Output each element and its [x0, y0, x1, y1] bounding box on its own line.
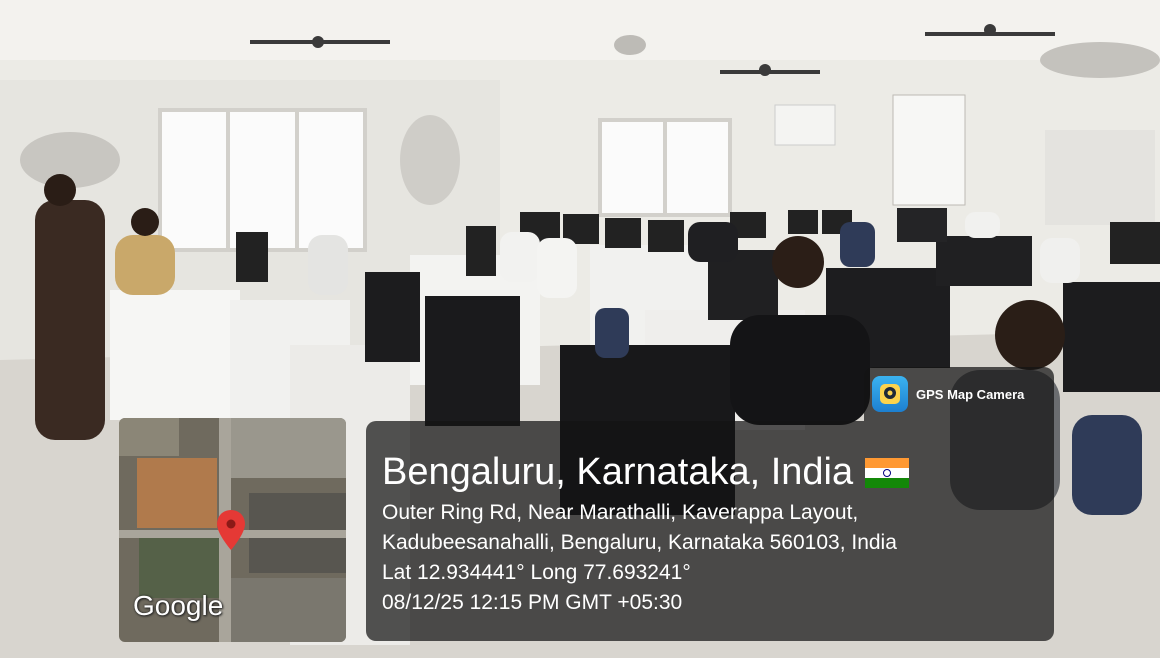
- map-thumbnail: Google: [119, 418, 346, 642]
- india-flag-icon: [865, 457, 910, 488]
- address-line-2: Kadubeesanahalli, Bengaluru, Karnataka 5…: [382, 531, 897, 554]
- gps-map-camera-badge: GPS Map Camera: [864, 367, 1054, 421]
- timestamp: 08/12/25 12:15 PM GMT +05:30: [382, 591, 683, 614]
- location-info-panel: Bengaluru, Karnataka, India Outer Ring R…: [366, 421, 1054, 641]
- city-line: Bengaluru, Karnataka, India: [382, 451, 910, 494]
- address-line-1: Outer Ring Rd, Near Marathalli, Kaverapp…: [382, 501, 859, 524]
- app-name: GPS Map Camera: [916, 386, 1025, 402]
- coordinates: Lat 12.934441° Long 77.693241°: [382, 561, 691, 584]
- gps-camera-app-icon: [872, 376, 908, 412]
- city-text: Bengaluru, Karnataka, India: [382, 451, 854, 493]
- google-watermark: Google: [133, 590, 224, 621]
